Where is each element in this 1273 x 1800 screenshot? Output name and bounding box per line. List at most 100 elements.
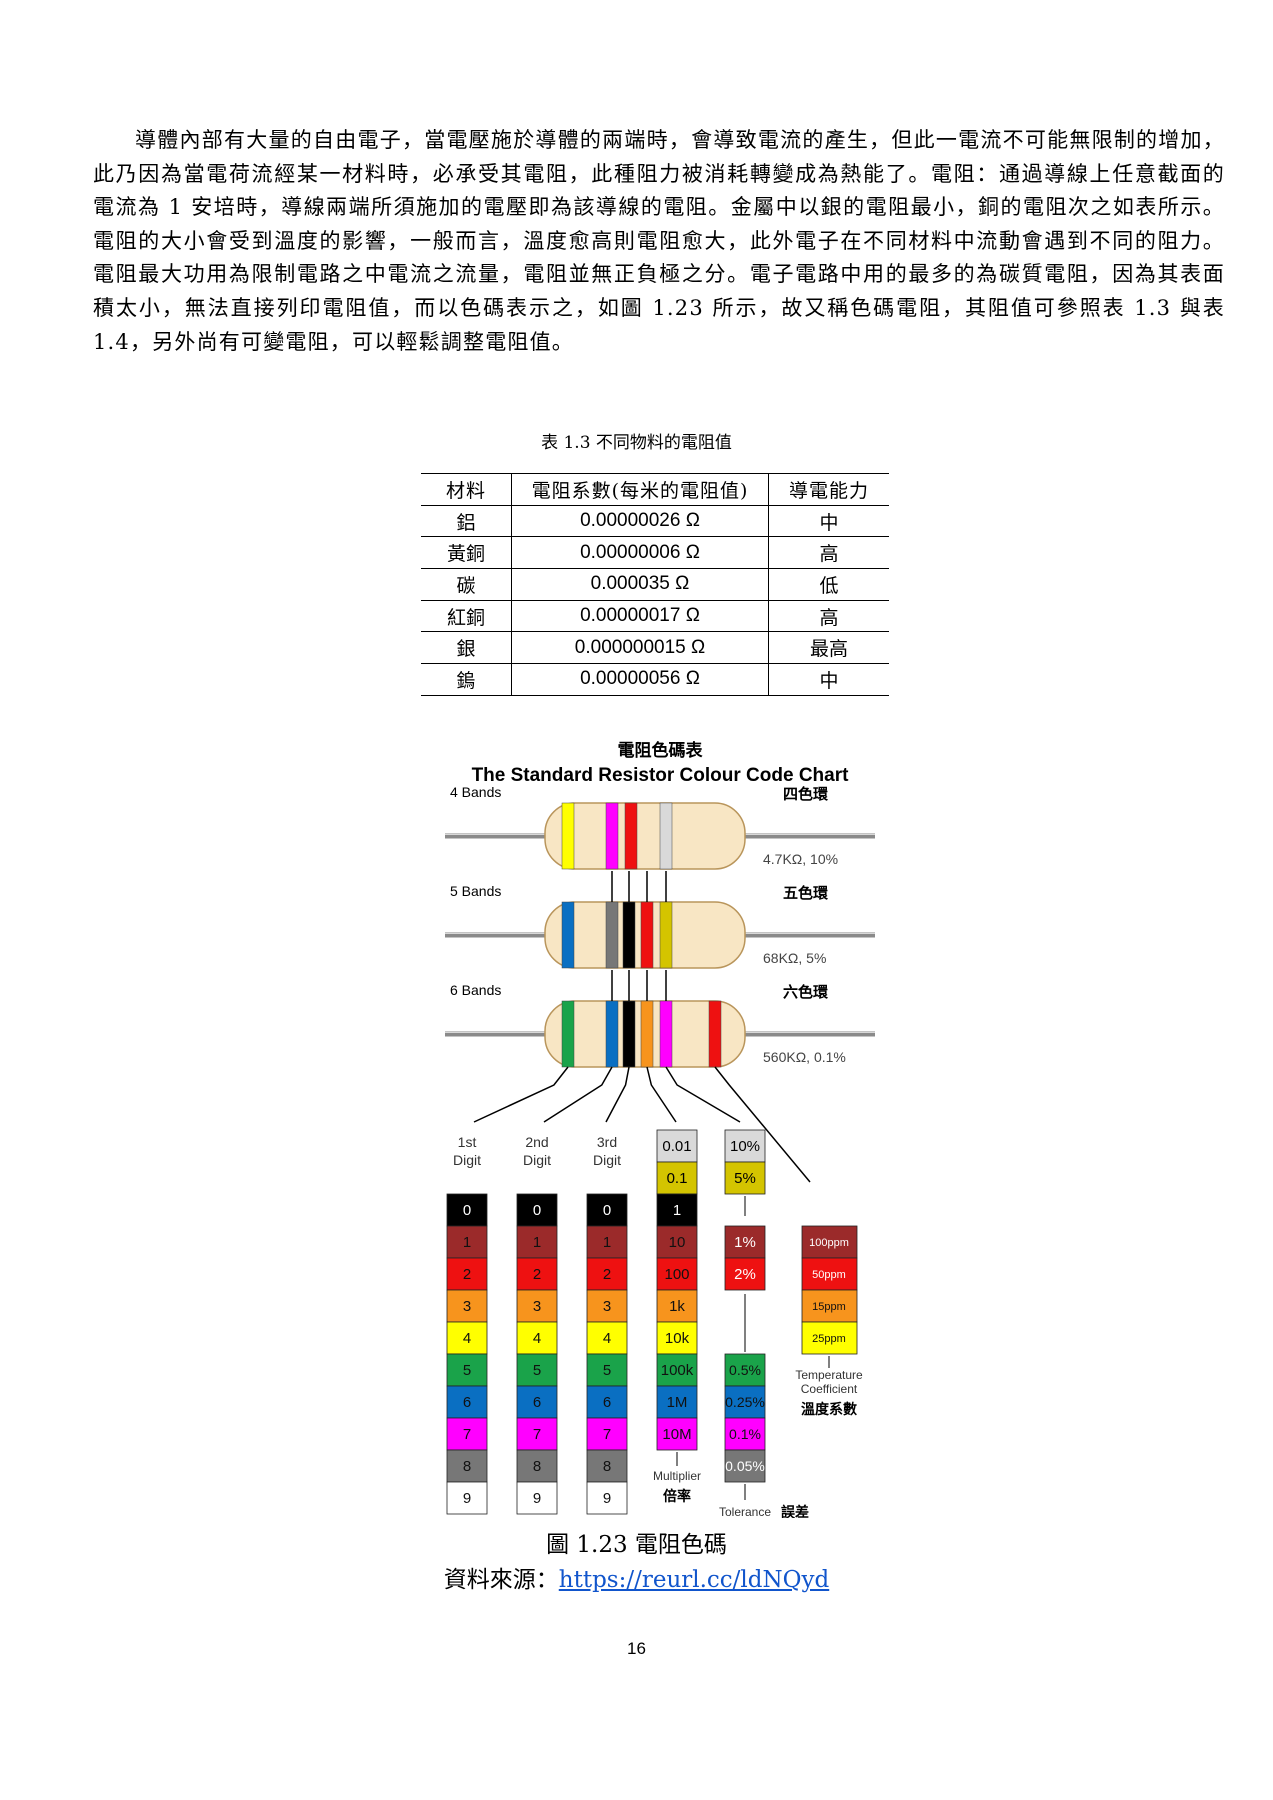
- table-header-row: 材料 電阻系數(每米的電阻值) 導電能力: [421, 473, 889, 506]
- digit-label: 4: [533, 1330, 541, 1347]
- digit-label: 9: [463, 1490, 471, 1507]
- header-conductivity: 導電能力: [768, 473, 889, 506]
- digit-label: 6: [463, 1394, 471, 1411]
- digit-label: 3: [533, 1298, 541, 1315]
- tempco-label: 15ppm: [812, 1301, 846, 1313]
- cell-resistivity: 0.00000017 Ω: [511, 600, 769, 633]
- cell-conductivity: 低: [768, 568, 889, 601]
- digit-label: 5: [463, 1362, 471, 1379]
- lead-line: [605, 1066, 630, 1123]
- multiplier-label: 100: [664, 1266, 689, 1283]
- resistor-band: [561, 901, 575, 969]
- multiplier-label: 1M: [667, 1394, 688, 1411]
- column-label-2: 2nd: [525, 1134, 548, 1150]
- cell-conductivity: 中: [768, 505, 889, 538]
- tolerance-label: 0.25%: [725, 1394, 765, 1410]
- digit-label: 3: [603, 1298, 611, 1315]
- digit-label: 9: [533, 1490, 541, 1507]
- resistor-band: [605, 901, 619, 969]
- lead-line: [665, 1066, 741, 1123]
- body-paragraph: 導體內部有大量的自由電子，當電壓施於導體的兩端時，會導致電流的產生，但此一電流不…: [93, 124, 1225, 359]
- digit-label: 3: [463, 1298, 471, 1315]
- cell-conductivity: 高: [768, 536, 889, 570]
- digit-label: 2: [533, 1266, 541, 1283]
- tempco-caption: Temperature: [795, 1368, 863, 1382]
- lead-line: [543, 1066, 613, 1123]
- tolerance-label: 2%: [734, 1266, 756, 1283]
- digit-label: 7: [463, 1426, 471, 1443]
- digit-label: 2: [603, 1266, 611, 1283]
- multiplier-label: 1: [673, 1202, 681, 1219]
- source-line: 資料來源：https://reurl.cc/ldNQyd: [0, 1560, 1273, 1594]
- resistor-name-zh: 五色環: [783, 884, 829, 902]
- resistor-name-zh: 六色環: [783, 983, 829, 1001]
- digit-label: 9: [603, 1490, 611, 1507]
- tempco-caption-zh: 溫度系數: [801, 1401, 857, 1417]
- resistor-body: [544, 802, 746, 870]
- table-row: 碳 0.000035 Ω 低: [421, 568, 889, 601]
- multiplier-caption: Multiplier: [653, 1469, 701, 1483]
- digit-label: 5: [533, 1362, 541, 1379]
- digit-label: 4: [463, 1330, 471, 1347]
- resistor-band-count: 6 Bands: [450, 982, 501, 998]
- digit-label: 7: [603, 1426, 611, 1443]
- tempco-label: 25ppm: [812, 1333, 846, 1345]
- tempco-label: 50ppm: [812, 1269, 846, 1281]
- digit-label: 0: [463, 1202, 471, 1219]
- tolerance-caption: Tolerance: [719, 1505, 771, 1518]
- digit-label: 1: [463, 1234, 471, 1251]
- column-label-1: 1st: [458, 1134, 477, 1150]
- page-number: 16: [627, 1639, 646, 1658]
- digit-label: 8: [463, 1458, 471, 1475]
- source-link[interactable]: https://reurl.cc/ldNQyd: [559, 1567, 829, 1593]
- table-row: 銀 0.000000015 Ω 最高: [421, 631, 889, 665]
- multiplier-caption-zh: 倍率: [663, 1488, 691, 1504]
- resistor-band: [659, 901, 673, 969]
- cell-material: 銀: [421, 631, 512, 665]
- digit-label: 5: [603, 1362, 611, 1379]
- resistor-band: [708, 1000, 722, 1068]
- resistor-band: [622, 1000, 636, 1068]
- table-row: 鋁 0.00000026 Ω 中: [421, 505, 889, 538]
- cell-material: 鋁: [421, 505, 512, 538]
- table-row: 鎢 0.00000056 Ω 中: [421, 663, 889, 696]
- digit-label: 1: [533, 1234, 541, 1251]
- resistor-band: [561, 1000, 575, 1068]
- digit-label: 6: [533, 1394, 541, 1411]
- lead-line: [473, 1066, 569, 1123]
- cell-material: 黃銅: [421, 536, 512, 570]
- paragraph-text: 導體內部有大量的自由電子，當電壓施於導體的兩端時，會導致電流的產生，但此一電流不…: [93, 128, 1225, 354]
- column-label-1: Digit: [453, 1152, 481, 1168]
- multiplier-label: 100k: [661, 1362, 694, 1379]
- resistivity-table: 材料 電阻系數(每米的電阻值) 導電能力 鋁 0.00000026 Ω 中 黃銅…: [421, 473, 889, 696]
- digit-label: 0: [603, 1202, 611, 1219]
- resistor-band: [624, 802, 638, 870]
- cell-resistivity: 0.00000056 Ω: [511, 663, 769, 696]
- multiplier-label: 0.1: [667, 1170, 688, 1187]
- figure-caption: 圖 1.23 電阻色碼: [546, 1532, 727, 1558]
- source-label: 資料來源：: [443, 1567, 559, 1593]
- tolerance-label: 10%: [730, 1138, 760, 1155]
- cell-conductivity: 中: [768, 663, 889, 696]
- multiplier-label: 0.01: [662, 1138, 691, 1155]
- digit-label: 8: [533, 1458, 541, 1475]
- cell-material: 鎢: [421, 663, 512, 696]
- cell-resistivity: 0.00000006 Ω: [511, 536, 769, 570]
- cell-conductivity: 高: [768, 600, 889, 633]
- resistor-name-zh: 四色環: [783, 785, 829, 803]
- resistor-band: [659, 802, 673, 870]
- tolerance-label: 0.05%: [725, 1458, 765, 1474]
- column-label-3: Digit: [593, 1152, 621, 1168]
- table-caption: 表 1.3 不同物料的電阻值: [541, 433, 732, 453]
- digit-label: 4: [603, 1330, 611, 1347]
- column-label-3: 3rd: [597, 1134, 617, 1150]
- digit-label: 8: [603, 1458, 611, 1475]
- resistor-value: 4.7KΩ, 10%: [763, 851, 838, 867]
- digit-label: 1: [603, 1234, 611, 1251]
- tolerance-caption-zh: 誤差: [781, 1504, 809, 1518]
- table-row: 紅銅 0.00000017 Ω 高: [421, 600, 889, 633]
- tempco-caption: Coefficient: [801, 1382, 858, 1396]
- digit-label: 2: [463, 1266, 471, 1283]
- cell-resistivity: 0.00000026 Ω: [511, 505, 769, 538]
- table-row: 黃銅 0.00000006 Ω 高: [421, 536, 889, 570]
